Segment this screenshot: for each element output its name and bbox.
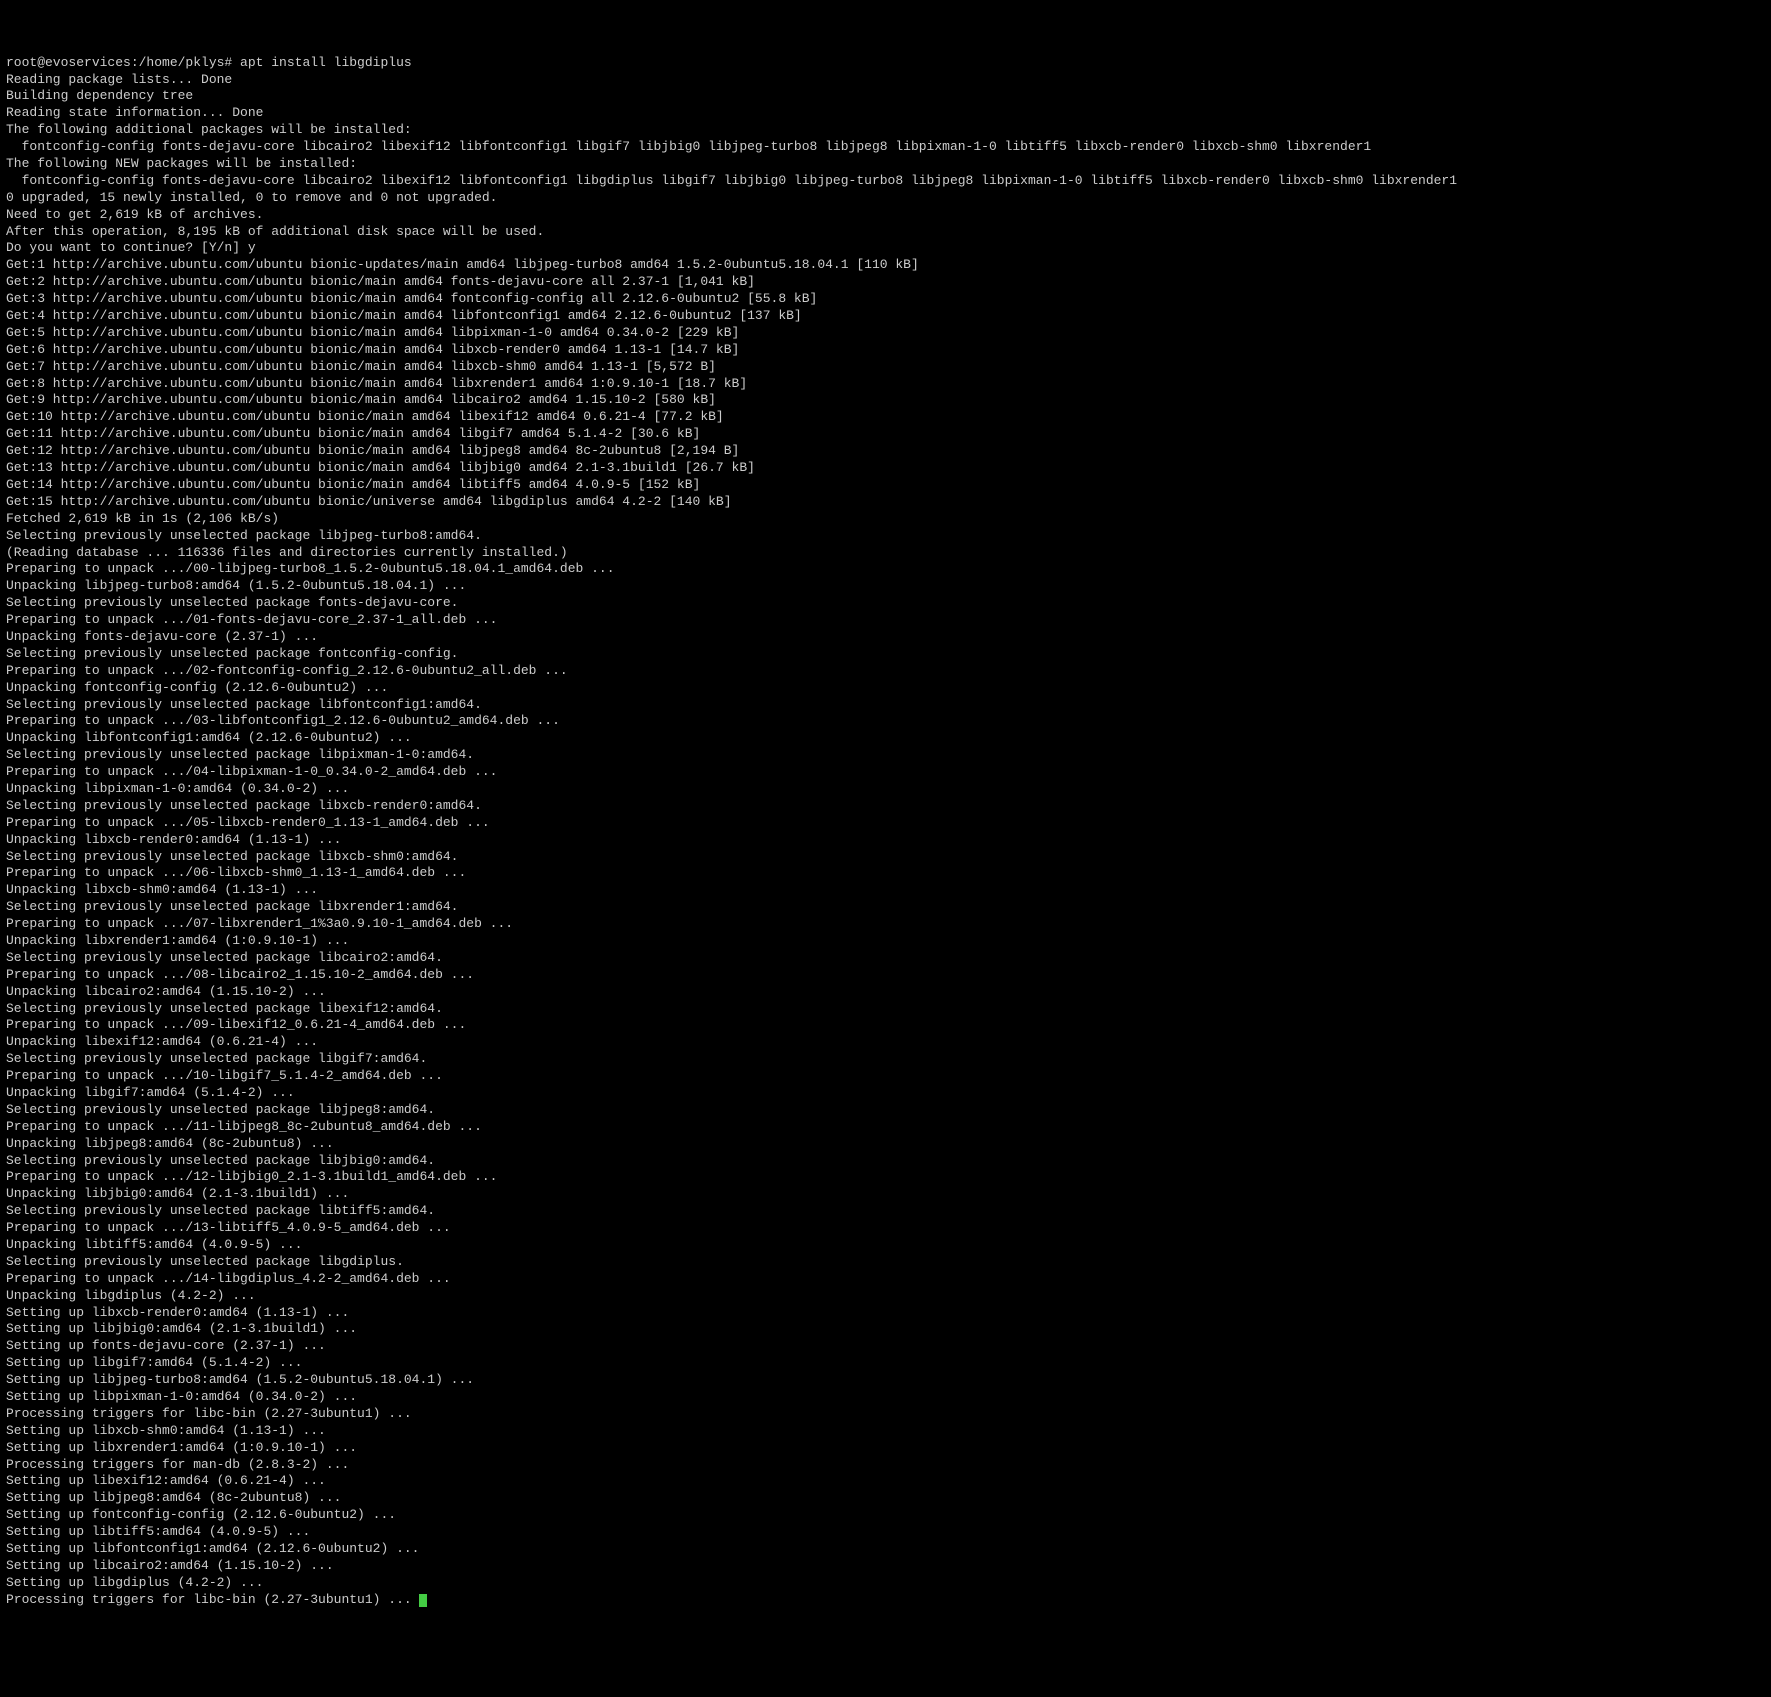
terminal-line: Get:3 http://archive.ubuntu.com/ubuntu b… <box>6 291 1765 308</box>
terminal-line: Preparing to unpack .../06-libxcb-shm0_1… <box>6 865 1765 882</box>
terminal-line: Preparing to unpack .../05-libxcb-render… <box>6 815 1765 832</box>
terminal-line: Unpacking libgif7:amd64 (5.1.4-2) ... <box>6 1085 1765 1102</box>
terminal-line: Get:12 http://archive.ubuntu.com/ubuntu … <box>6 443 1765 460</box>
terminal-line: Preparing to unpack .../09-libexif12_0.6… <box>6 1017 1765 1034</box>
terminal-line: Setting up libexif12:amd64 (0.6.21-4) ..… <box>6 1473 1765 1490</box>
terminal-line: Preparing to unpack .../00-libjpeg-turbo… <box>6 561 1765 578</box>
terminal-line: Get:15 http://archive.ubuntu.com/ubuntu … <box>6 494 1765 511</box>
terminal-line: Unpacking libjpeg-turbo8:amd64 (1.5.2-0u… <box>6 578 1765 595</box>
terminal-line: Selecting previously unselected package … <box>6 798 1765 815</box>
terminal-line: Setting up fontconfig-config (2.12.6-0ub… <box>6 1507 1765 1524</box>
terminal-line: Selecting previously unselected package … <box>6 950 1765 967</box>
terminal-line: Get:14 http://archive.ubuntu.com/ubuntu … <box>6 477 1765 494</box>
terminal-line: Setting up fonts-dejavu-core (2.37-1) ..… <box>6 1338 1765 1355</box>
terminal-line: Setting up libjpeg8:amd64 (8c-2ubuntu8) … <box>6 1490 1765 1507</box>
terminal-line: root@evoservices:/home/pklys# apt instal… <box>6 55 1765 72</box>
terminal-line: Unpacking libexif12:amd64 (0.6.21-4) ... <box>6 1034 1765 1051</box>
terminal-line: Reading state information... Done <box>6 105 1765 122</box>
terminal-line: (Reading database ... 116336 files and d… <box>6 545 1765 562</box>
terminal-line: Preparing to unpack .../10-libgif7_5.1.4… <box>6 1068 1765 1085</box>
terminal-line: Preparing to unpack .../02-fontconfig-co… <box>6 663 1765 680</box>
terminal-line: Processing triggers for libc-bin (2.27-3… <box>6 1592 1765 1609</box>
terminal-line: Need to get 2,619 kB of archives. <box>6 207 1765 224</box>
terminal-line: fontconfig-config fonts-dejavu-core libc… <box>6 173 1765 190</box>
terminal-line: Preparing to unpack .../03-libfontconfig… <box>6 713 1765 730</box>
terminal-line: Processing triggers for man-db (2.8.3-2)… <box>6 1457 1765 1474</box>
terminal-line: Unpacking libxrender1:amd64 (1:0.9.10-1)… <box>6 933 1765 950</box>
terminal-line: Selecting previously unselected package … <box>6 646 1765 663</box>
terminal-line: Selecting previously unselected package … <box>6 1203 1765 1220</box>
terminal-line: Preparing to unpack .../13-libtiff5_4.0.… <box>6 1220 1765 1237</box>
terminal-line: Get:5 http://archive.ubuntu.com/ubuntu b… <box>6 325 1765 342</box>
terminal-line: Get:2 http://archive.ubuntu.com/ubuntu b… <box>6 274 1765 291</box>
terminal-line: Get:1 http://archive.ubuntu.com/ubuntu b… <box>6 257 1765 274</box>
terminal-line: Unpacking fonts-dejavu-core (2.37-1) ... <box>6 629 1765 646</box>
terminal-line: Fetched 2,619 kB in 1s (2,106 kB/s) <box>6 511 1765 528</box>
terminal-line: Setting up libcairo2:amd64 (1.15.10-2) .… <box>6 1558 1765 1575</box>
terminal-line: Selecting previously unselected package … <box>6 849 1765 866</box>
terminal-line: Unpacking libxcb-render0:amd64 (1.13-1) … <box>6 832 1765 849</box>
terminal-line: Setting up libxrender1:amd64 (1:0.9.10-1… <box>6 1440 1765 1457</box>
terminal-line: Preparing to unpack .../01-fonts-dejavu-… <box>6 612 1765 629</box>
terminal-output[interactable]: root@evoservices:/home/pklys# apt instal… <box>6 55 1765 1609</box>
terminal-line: Preparing to unpack .../14-libgdiplus_4.… <box>6 1271 1765 1288</box>
terminal-line: Setting up libxcb-shm0:amd64 (1.13-1) ..… <box>6 1423 1765 1440</box>
terminal-line: Get:7 http://archive.ubuntu.com/ubuntu b… <box>6 359 1765 376</box>
terminal-line: Selecting previously unselected package … <box>6 1051 1765 1068</box>
terminal-line: After this operation, 8,195 kB of additi… <box>6 224 1765 241</box>
terminal-line: Preparing to unpack .../11-libjpeg8_8c-2… <box>6 1119 1765 1136</box>
terminal-line: Get:11 http://archive.ubuntu.com/ubuntu … <box>6 426 1765 443</box>
terminal-line: Selecting previously unselected package … <box>6 697 1765 714</box>
terminal-line: Setting up libtiff5:amd64 (4.0.9-5) ... <box>6 1524 1765 1541</box>
terminal-line: Get:10 http://archive.ubuntu.com/ubuntu … <box>6 409 1765 426</box>
terminal-line: Get:9 http://archive.ubuntu.com/ubuntu b… <box>6 392 1765 409</box>
terminal-line: Selecting previously unselected package … <box>6 899 1765 916</box>
terminal-line: Get:6 http://archive.ubuntu.com/ubuntu b… <box>6 342 1765 359</box>
terminal-line: Selecting previously unselected package … <box>6 1254 1765 1271</box>
terminal-line: The following NEW packages will be insta… <box>6 156 1765 173</box>
terminal-line: Unpacking libtiff5:amd64 (4.0.9-5) ... <box>6 1237 1765 1254</box>
terminal-line: Selecting previously unselected package … <box>6 1153 1765 1170</box>
terminal-line: Setting up libjpeg-turbo8:amd64 (1.5.2-0… <box>6 1372 1765 1389</box>
terminal-line: 0 upgraded, 15 newly installed, 0 to rem… <box>6 190 1765 207</box>
terminal-line: fontconfig-config fonts-dejavu-core libc… <box>6 139 1765 156</box>
terminal-line: The following additional packages will b… <box>6 122 1765 139</box>
terminal-line: Unpacking libcairo2:amd64 (1.15.10-2) ..… <box>6 984 1765 1001</box>
terminal-line: Building dependency tree <box>6 88 1765 105</box>
terminal-line: Unpacking libgdiplus (4.2-2) ... <box>6 1288 1765 1305</box>
terminal-line: Unpacking libjpeg8:amd64 (8c-2ubuntu8) .… <box>6 1136 1765 1153</box>
terminal-line: Selecting previously unselected package … <box>6 1001 1765 1018</box>
terminal-line: Do you want to continue? [Y/n] y <box>6 240 1765 257</box>
terminal-line: Get:4 http://archive.ubuntu.com/ubuntu b… <box>6 308 1765 325</box>
terminal-line: Setting up libjbig0:amd64 (2.1-3.1build1… <box>6 1321 1765 1338</box>
terminal-line: Preparing to unpack .../08-libcairo2_1.1… <box>6 967 1765 984</box>
terminal-line: Selecting previously unselected package … <box>6 747 1765 764</box>
terminal-line: Processing triggers for libc-bin (2.27-3… <box>6 1406 1765 1423</box>
terminal-line: Selecting previously unselected package … <box>6 1102 1765 1119</box>
terminal-line: Unpacking libxcb-shm0:amd64 (1.13-1) ... <box>6 882 1765 899</box>
terminal-line: Get:13 http://archive.ubuntu.com/ubuntu … <box>6 460 1765 477</box>
terminal-line: Preparing to unpack .../04-libpixman-1-0… <box>6 764 1765 781</box>
terminal-line: Unpacking libpixman-1-0:amd64 (0.34.0-2)… <box>6 781 1765 798</box>
cursor-icon <box>419 1594 427 1607</box>
terminal-line: Setting up libxcb-render0:amd64 (1.13-1)… <box>6 1305 1765 1322</box>
terminal-line: Setting up libpixman-1-0:amd64 (0.34.0-2… <box>6 1389 1765 1406</box>
terminal-line: Unpacking libjbig0:amd64 (2.1-3.1build1)… <box>6 1186 1765 1203</box>
terminal-line: Reading package lists... Done <box>6 72 1765 89</box>
terminal-line: Unpacking libfontconfig1:amd64 (2.12.6-0… <box>6 730 1765 747</box>
terminal-line: Selecting previously unselected package … <box>6 595 1765 612</box>
terminal-line: Selecting previously unselected package … <box>6 528 1765 545</box>
terminal-line: Setting up libfontconfig1:amd64 (2.12.6-… <box>6 1541 1765 1558</box>
terminal-line: Preparing to unpack .../07-libxrender1_1… <box>6 916 1765 933</box>
terminal-line: Setting up libgif7:amd64 (5.1.4-2) ... <box>6 1355 1765 1372</box>
terminal-line: Get:8 http://archive.ubuntu.com/ubuntu b… <box>6 376 1765 393</box>
terminal-line: Preparing to unpack .../12-libjbig0_2.1-… <box>6 1169 1765 1186</box>
terminal-line: Setting up libgdiplus (4.2-2) ... <box>6 1575 1765 1592</box>
terminal-line: Unpacking fontconfig-config (2.12.6-0ubu… <box>6 680 1765 697</box>
